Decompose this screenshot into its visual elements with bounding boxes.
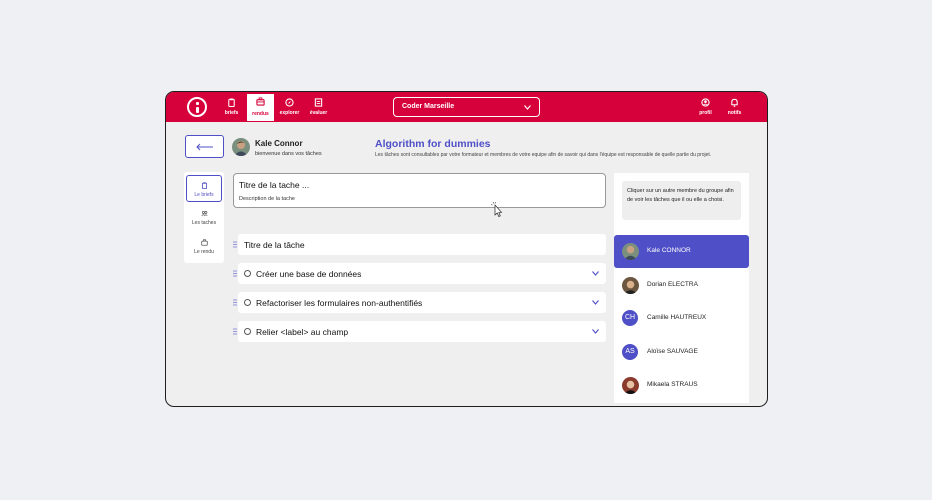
bell-icon xyxy=(731,98,738,107)
nav-rendus[interactable]: rendus xyxy=(247,94,274,121)
avatar xyxy=(622,277,639,294)
sidebar-item-rendu[interactable]: Le rendu xyxy=(186,233,222,260)
user-name: Kale Connor xyxy=(255,139,303,148)
sidebar-item-taches[interactable]: Les taches xyxy=(186,204,222,231)
users-icon xyxy=(200,211,208,216)
drag-handle-icon[interactable] xyxy=(233,299,237,306)
nav-evaluer[interactable]: évaluer xyxy=(305,95,332,120)
avatar: AS xyxy=(622,344,638,360)
drag-handle-icon[interactable] xyxy=(233,328,237,335)
logo-icon[interactable] xyxy=(187,97,207,117)
chevron-down-icon[interactable] xyxy=(592,329,599,334)
main-content: Kale Connor bienvenue dans vos tâches Al… xyxy=(166,122,767,406)
nav-notifs[interactable]: notifs xyxy=(721,95,748,120)
nav-profil[interactable]: profil xyxy=(692,95,719,120)
chevron-down-icon[interactable] xyxy=(592,300,599,305)
brief-title: Algorithm for dummies xyxy=(375,138,491,150)
top-navbar: briefs rendus explorer évaluer Coder Mar… xyxy=(166,92,767,122)
drag-handle-icon[interactable] xyxy=(233,270,237,277)
clipboard-icon xyxy=(201,182,207,189)
member-item[interactable]: Kale CONNOR xyxy=(614,235,749,268)
user-welcome: bienvenue dans vos tâches xyxy=(255,151,322,157)
member-item[interactable]: Dorian ELECTRA xyxy=(614,269,749,302)
task-header-row: Titre de la tâche xyxy=(238,234,606,255)
nav-explorer[interactable]: explorer xyxy=(276,95,303,120)
sidebar-item-briefs[interactable]: Le briefs xyxy=(186,175,222,202)
members-panel: Cliquer sur un autre membre du groupe af… xyxy=(614,173,749,403)
avatar: CH xyxy=(622,310,638,326)
task-title-input[interactable]: Titre de la tache ... xyxy=(239,180,309,190)
app-window: briefs rendus explorer évaluer Coder Mar… xyxy=(165,91,768,407)
grade-icon xyxy=(314,98,323,107)
task-checkbox[interactable] xyxy=(244,328,251,335)
task-checkbox[interactable] xyxy=(244,299,251,306)
nav-briefs[interactable]: briefs xyxy=(218,95,245,120)
avatar xyxy=(622,243,639,260)
brief-description: Les tâches sont consultables par votre f… xyxy=(375,152,712,158)
mouse-cursor-icon xyxy=(491,202,503,217)
back-button[interactable] xyxy=(185,135,224,158)
task-row[interactable]: Relier <label> au champ xyxy=(238,321,606,342)
campus-select[interactable]: Coder Marseille xyxy=(393,97,540,117)
compass-icon xyxy=(285,98,294,107)
arrow-left-icon xyxy=(196,143,213,151)
sidebar: Le briefs Les taches Le rendu xyxy=(184,172,224,263)
briefcase-icon xyxy=(256,97,265,106)
chevron-down-icon xyxy=(524,105,531,110)
task-description-input[interactable]: Description de la tache xyxy=(239,196,295,202)
member-item[interactable]: CH Camille HAUTREUX xyxy=(614,302,749,335)
task-editor[interactable]: Titre de la tache ... Description de la … xyxy=(233,173,606,208)
avatar xyxy=(232,138,250,156)
task-row[interactable]: Refactoriser les formulaires non-authent… xyxy=(238,292,606,313)
member-item[interactable]: AS Aloïse SAUVAGE xyxy=(614,336,749,369)
clipboard-icon xyxy=(228,98,235,107)
drag-handle-icon[interactable] xyxy=(233,241,237,248)
chevron-down-icon[interactable] xyxy=(592,271,599,276)
member-item[interactable]: Mikaela STRAUS xyxy=(614,369,749,402)
user-icon xyxy=(701,98,710,107)
task-row[interactable]: Créer une base de données xyxy=(238,263,606,284)
members-hint: Cliquer sur un autre membre du groupe af… xyxy=(622,181,741,220)
avatar xyxy=(622,377,639,394)
task-checkbox[interactable] xyxy=(244,270,251,277)
briefcase-icon xyxy=(200,239,208,246)
